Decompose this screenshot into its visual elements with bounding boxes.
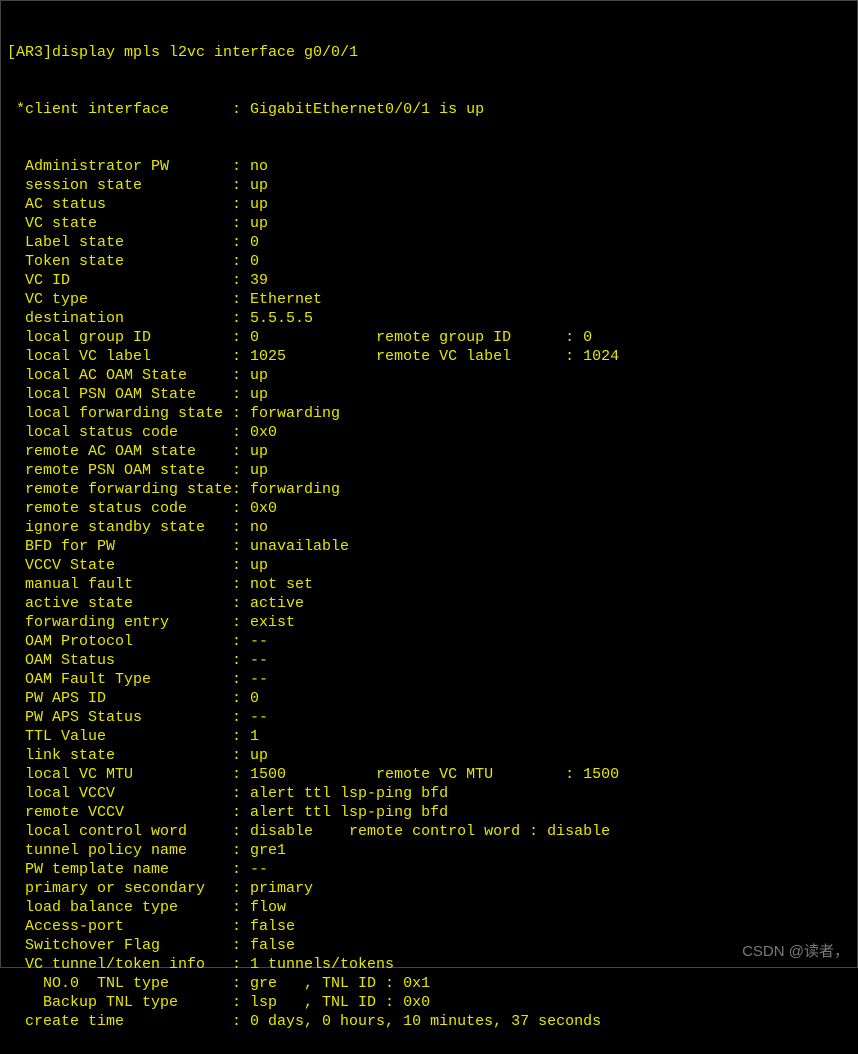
terminal-output: [AR3]display mpls l2vc interface g0/0/1 … (1, 1, 857, 1054)
output-row: tunnel policy name : gre1 (7, 841, 851, 860)
output-row: local VC label : 1025 remote VC label : … (7, 347, 851, 366)
prompt: [AR3] (7, 43, 52, 62)
output-row: active state : active (7, 594, 851, 613)
output-row: remote forwarding state: forwarding (7, 480, 851, 499)
output-row: local PSN OAM State : up (7, 385, 851, 404)
output-row: Backup TNL type : lsp , TNL ID : 0x0 (7, 993, 851, 1012)
client-interface-line: *client interface : GigabitEthernet0/0/1… (7, 100, 851, 119)
output-row: forwarding entry : exist (7, 613, 851, 632)
output-row: OAM Status : -- (7, 651, 851, 670)
output-row: VC type : Ethernet (7, 290, 851, 309)
output-row: NO.0 TNL type : gre , TNL ID : 0x1 (7, 974, 851, 993)
output-row: session state : up (7, 176, 851, 195)
output-row: BFD for PW : unavailable (7, 537, 851, 556)
output-row: ignore standby state : no (7, 518, 851, 537)
output-row: manual fault : not set (7, 575, 851, 594)
output-row: PW APS Status : -- (7, 708, 851, 727)
output-row: OAM Protocol : -- (7, 632, 851, 651)
command-line: [AR3]display mpls l2vc interface g0/0/1 (7, 43, 851, 62)
output-row: local status code : 0x0 (7, 423, 851, 442)
output-row: PW template name : -- (7, 860, 851, 879)
output-row: Token state : 0 (7, 252, 851, 271)
output-row: local VCCV : alert ttl lsp-ping bfd (7, 784, 851, 803)
output-row: local VC MTU : 1500 remote VC MTU : 1500 (7, 765, 851, 784)
output-row: Switchover Flag : false (7, 936, 851, 955)
output-row: AC status : up (7, 195, 851, 214)
output-row: remote status code : 0x0 (7, 499, 851, 518)
output-row: local group ID : 0 remote group ID : 0 (7, 328, 851, 347)
output-row: local AC OAM State : up (7, 366, 851, 385)
output-row: link state : up (7, 746, 851, 765)
output-row: Label state : 0 (7, 233, 851, 252)
command-text: display mpls l2vc interface g0/0/1 (52, 43, 358, 62)
output-row: remote PSN OAM state : up (7, 461, 851, 480)
output-row: VCCV State : up (7, 556, 851, 575)
output-row: VC state : up (7, 214, 851, 233)
output-row: remote AC OAM state : up (7, 442, 851, 461)
output-row: local control word : disable remote cont… (7, 822, 851, 841)
output-rows: Administrator PW : no session state : up… (7, 157, 851, 1031)
output-row: OAM Fault Type : -- (7, 670, 851, 689)
output-row: VC ID : 39 (7, 271, 851, 290)
output-row: primary or secondary : primary (7, 879, 851, 898)
output-row: PW APS ID : 0 (7, 689, 851, 708)
output-row: Access-port : false (7, 917, 851, 936)
output-row: create time : 0 days, 0 hours, 10 minute… (7, 1012, 851, 1031)
output-row: Administrator PW : no (7, 157, 851, 176)
output-row: VC tunnel/token info : 1 tunnels/tokens (7, 955, 851, 974)
output-row: load balance type : flow (7, 898, 851, 917)
output-row: TTL Value : 1 (7, 727, 851, 746)
output-row: local forwarding state : forwarding (7, 404, 851, 423)
output-row: remote VCCV : alert ttl lsp-ping bfd (7, 803, 851, 822)
output-row: destination : 5.5.5.5 (7, 309, 851, 328)
